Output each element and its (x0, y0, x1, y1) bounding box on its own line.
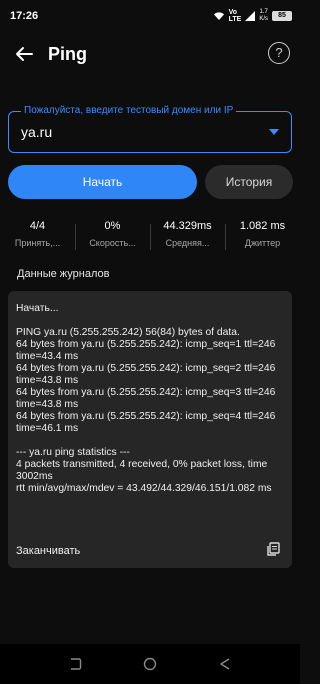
status-bar: 17:26 Vo LTE 1.7 K/s 85 (0, 0, 300, 32)
back-button[interactable] (10, 40, 38, 68)
stat-received: 4/4 Принять,... (0, 216, 75, 256)
stat-label: Средняя... (165, 238, 210, 248)
page-title: Ping (48, 44, 87, 64)
recents-icon (71, 658, 82, 670)
network-speed: 1.7 K/s (259, 9, 268, 22)
help-button[interactable]: ? (268, 42, 290, 64)
stat-value: 44.329ms (163, 220, 212, 232)
signal-icon (245, 11, 256, 21)
app-bar: Ping ? (0, 32, 300, 76)
log-section-title: Данные журналов (17, 268, 110, 280)
wifi-icon (213, 12, 224, 20)
log-card: Начать... PING ya.ru (5.255.255.242) 56(… (8, 291, 292, 568)
stat-loss: 0% Скорость... (75, 216, 150, 256)
status-icons: Vo LTE 1.7 K/s 85 (213, 8, 292, 24)
recents-button[interactable] (68, 657, 82, 676)
home-icon (143, 657, 157, 671)
stat-label: Джиттер (244, 238, 281, 248)
help-circle-icon: ? (275, 45, 283, 60)
copy-button[interactable] (266, 542, 280, 556)
host-input[interactable] (21, 124, 251, 140)
host-field-label: Пожалуйста, введите тестовый домен или I… (21, 105, 237, 116)
status-time: 17:26 (10, 10, 39, 22)
stat-value: 1.082 ms (239, 220, 286, 232)
system-nav-bar (0, 644, 300, 684)
volte-indicator: Vo LTE (228, 9, 242, 23)
stat-label: Скорость... (89, 238, 136, 248)
start-button[interactable]: Начать (8, 165, 197, 199)
stat-value: 0% (104, 220, 121, 232)
stat-label: Принять,... (14, 238, 61, 248)
battery-icon: 85 (272, 11, 292, 21)
back-triangle-icon (220, 658, 230, 670)
stat-average: 44.329ms Средняя... (150, 216, 225, 256)
history-button[interactable]: История (205, 165, 293, 199)
back-nav-button[interactable] (218, 657, 232, 676)
dropdown-arrow-icon[interactable] (269, 129, 279, 135)
stat-value: 4/4 (29, 220, 46, 232)
home-button[interactable] (143, 657, 157, 676)
arrow-left-icon (16, 47, 33, 61)
log-output: Начать... PING ya.ru (5.255.255.242) 56(… (16, 303, 276, 494)
ping-stats: 4/4 Принять,... 0% Скорость... 44.329ms … (0, 216, 300, 256)
copy-icon (267, 542, 280, 556)
stat-jitter: 1.082 ms Джиттер (225, 216, 300, 256)
finish-status: Заканчивать (16, 545, 81, 557)
host-dropdown-field[interactable]: Пожалуйста, введите тестовый домен или I… (8, 105, 292, 153)
